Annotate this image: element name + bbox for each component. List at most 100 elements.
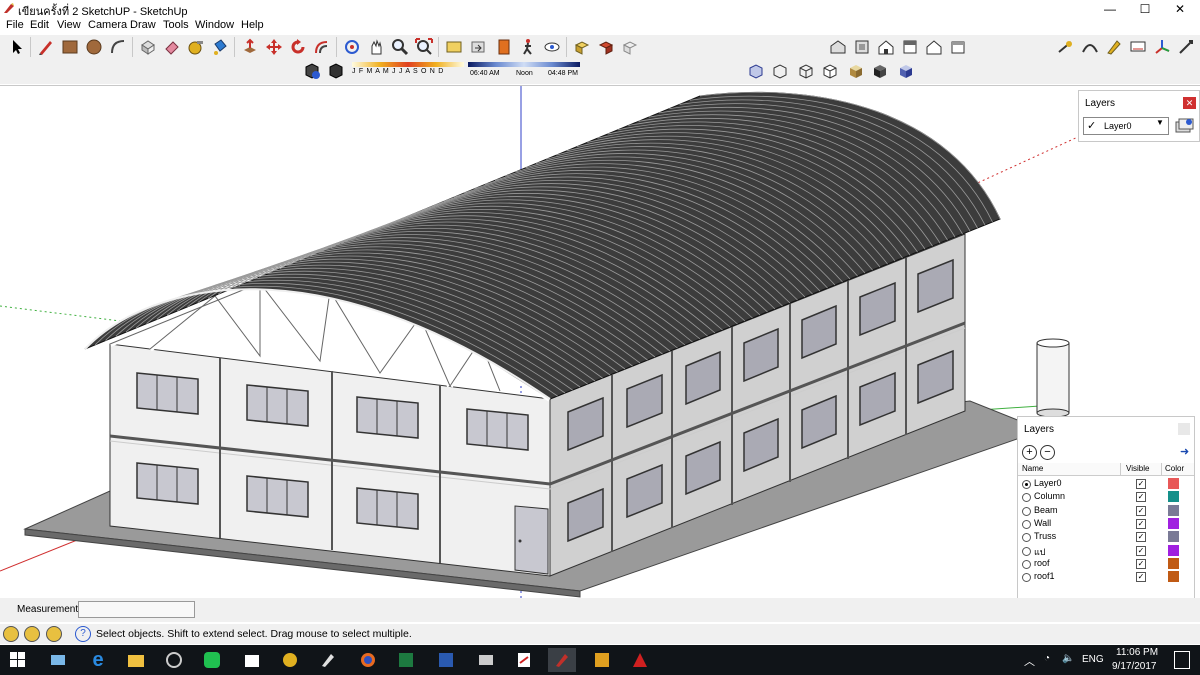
active-layer-radio[interactable] xyxy=(1022,480,1031,489)
hidden-line-icon[interactable] xyxy=(820,61,840,81)
layer-color-swatch[interactable] xyxy=(1168,544,1179,556)
credits-icon[interactable] xyxy=(24,626,40,642)
layer-visible-checkbox[interactable]: ✓ xyxy=(1136,505,1146,516)
left-view-icon[interactable] xyxy=(948,37,968,57)
layout-icon[interactable] xyxy=(620,37,640,57)
active-layer-radio[interactable] xyxy=(1022,559,1031,569)
back-view-icon[interactable] xyxy=(924,37,944,57)
line-app-icon[interactable] xyxy=(198,648,226,672)
menu-edit[interactable]: Edit xyxy=(30,19,49,31)
app-icon-4[interactable] xyxy=(472,648,500,672)
layer-name[interactable]: Wall xyxy=(1034,518,1051,528)
active-layer-radio[interactable] xyxy=(1022,493,1031,503)
protractor-icon[interactable] xyxy=(1080,37,1100,57)
layer-color-swatch[interactable] xyxy=(1168,557,1179,569)
layer-row[interactable]: Column ✓ xyxy=(1018,490,1194,503)
zoom-extents-icon[interactable] xyxy=(414,37,434,57)
active-layer-radio[interactable] xyxy=(1022,519,1031,529)
store-icon[interactable] xyxy=(238,648,266,672)
active-layer-radio[interactable] xyxy=(1022,533,1031,543)
move-icon[interactable] xyxy=(264,37,284,57)
3d-text-icon[interactable] xyxy=(1128,37,1148,57)
layer-row[interactable]: roof1 ✓ xyxy=(1018,570,1194,583)
app-icon-5[interactable] xyxy=(588,648,616,672)
layer-row[interactable]: Wall ✓ xyxy=(1018,517,1194,530)
layer-visible-checkbox[interactable]: ✓ xyxy=(1136,492,1146,503)
get-models-icon[interactable] xyxy=(572,37,592,57)
edge-icon[interactable]: e xyxy=(84,648,112,672)
shadow-settings-icon[interactable] xyxy=(302,61,322,81)
active-layer-radio[interactable] xyxy=(1022,506,1031,516)
rectangle-icon[interactable] xyxy=(60,37,80,57)
back-edges-icon[interactable] xyxy=(770,61,790,81)
layer-color-swatch[interactable] xyxy=(1168,504,1179,516)
layer-color-swatch[interactable] xyxy=(1168,478,1179,489)
maximize-button[interactable]: ☐ xyxy=(1125,0,1165,18)
layer-visible-checkbox[interactable]: ✓ xyxy=(1136,532,1146,543)
layer-row[interactable]: Truss ✓ xyxy=(1018,530,1194,543)
active-layer-radio[interactable] xyxy=(1022,573,1031,583)
select-icon[interactable] xyxy=(7,37,27,57)
start-icon[interactable] xyxy=(4,648,32,672)
iso-view-icon[interactable] xyxy=(828,37,848,57)
pan-icon[interactable] xyxy=(366,37,386,57)
layer-row[interactable]: Layer0 ✓ xyxy=(1018,477,1194,490)
layer-color-swatch[interactable] xyxy=(1168,571,1179,583)
layer-color-swatch[interactable] xyxy=(1168,531,1179,543)
paint-icon[interactable] xyxy=(210,37,230,57)
layers-panel-close-icon[interactable] xyxy=(1178,423,1190,435)
current-layer-select[interactable]: ✓ Layer0 ▼ xyxy=(1083,117,1169,135)
menu-view[interactable]: View xyxy=(57,19,81,31)
eraser-icon[interactable] xyxy=(162,37,182,57)
layer-visible-checkbox[interactable]: ✓ xyxy=(1136,572,1146,583)
details-arrow-icon[interactable]: ➜ xyxy=(1180,445,1189,458)
layer-color-swatch[interactable] xyxy=(1168,491,1179,503)
monochrome-icon[interactable] xyxy=(896,61,916,81)
task-view-icon[interactable] xyxy=(44,648,72,672)
network-icon[interactable]: ◔ xyxy=(1044,653,1050,664)
offset-icon[interactable] xyxy=(312,37,332,57)
layer-visible-checkbox[interactable]: ✓ xyxy=(1136,479,1146,489)
layer-visible-checkbox[interactable]: ✓ xyxy=(1136,558,1146,569)
dimension-icon[interactable] xyxy=(1056,37,1076,57)
walk-icon[interactable] xyxy=(518,37,538,57)
layer-color-swatch[interactable] xyxy=(1168,517,1179,529)
share-model-icon[interactable] xyxy=(468,37,488,57)
layer-name[interactable]: Column xyxy=(1034,491,1065,501)
front-view-icon[interactable] xyxy=(876,37,896,57)
menu-help[interactable]: Help xyxy=(241,19,264,31)
display-shadows-icon[interactable] xyxy=(326,61,346,81)
layer-visible-checkbox[interactable]: ✓ xyxy=(1136,518,1146,529)
extension-warehouse-icon[interactable] xyxy=(596,37,616,57)
layers-toolbar-close-icon[interactable]: ✕ xyxy=(1183,97,1196,109)
sign-in-icon[interactable] xyxy=(46,626,62,642)
geo-location-icon[interactable] xyxy=(3,626,19,642)
layer-name[interactable]: Truss xyxy=(1034,531,1056,541)
app-icon-2[interactable] xyxy=(276,648,304,672)
wireframe-icon[interactable] xyxy=(796,61,816,81)
layer-name[interactable]: Layer0 xyxy=(1034,478,1062,488)
tray-chevron-icon[interactable]: ︿ xyxy=(1024,653,1035,669)
top-view-icon[interactable] xyxy=(852,37,872,57)
measurements-input[interactable] xyxy=(78,601,195,618)
layer-row[interactable]: roof ✓ xyxy=(1018,557,1194,570)
file-explorer-icon[interactable] xyxy=(122,648,150,672)
menu-tools[interactable]: Tools xyxy=(163,19,189,31)
active-layer-radio[interactable] xyxy=(1022,546,1031,556)
layer-visible-checkbox[interactable]: ✓ xyxy=(1136,545,1146,556)
shaded-textures-icon[interactable] xyxy=(870,61,890,81)
language-indicator[interactable]: ENG xyxy=(1082,654,1104,665)
month-slider[interactable]: J F M A M J J A S O N D xyxy=(352,62,464,80)
menu-draw[interactable]: Draw xyxy=(130,19,156,31)
look-around-icon[interactable] xyxy=(542,37,562,57)
section-plane-icon[interactable] xyxy=(494,37,514,57)
model-viewport[interactable]: Layers ✕ ✓ Layer0 ▼ Layers + − ➜ Name Vi… xyxy=(0,85,1200,599)
delete-layer-icon[interactable]: − xyxy=(1040,445,1055,460)
excel-icon[interactable] xyxy=(392,648,420,672)
layer-manager-icon[interactable] xyxy=(1173,114,1195,136)
app-icon-1[interactable] xyxy=(160,648,188,672)
layer-name[interactable]: roof xyxy=(1034,558,1050,568)
tape-measure-icon[interactable] xyxy=(186,37,206,57)
layer-name[interactable]: Beam xyxy=(1034,505,1058,515)
layer-row[interactable]: แป ✓ xyxy=(1018,544,1194,557)
